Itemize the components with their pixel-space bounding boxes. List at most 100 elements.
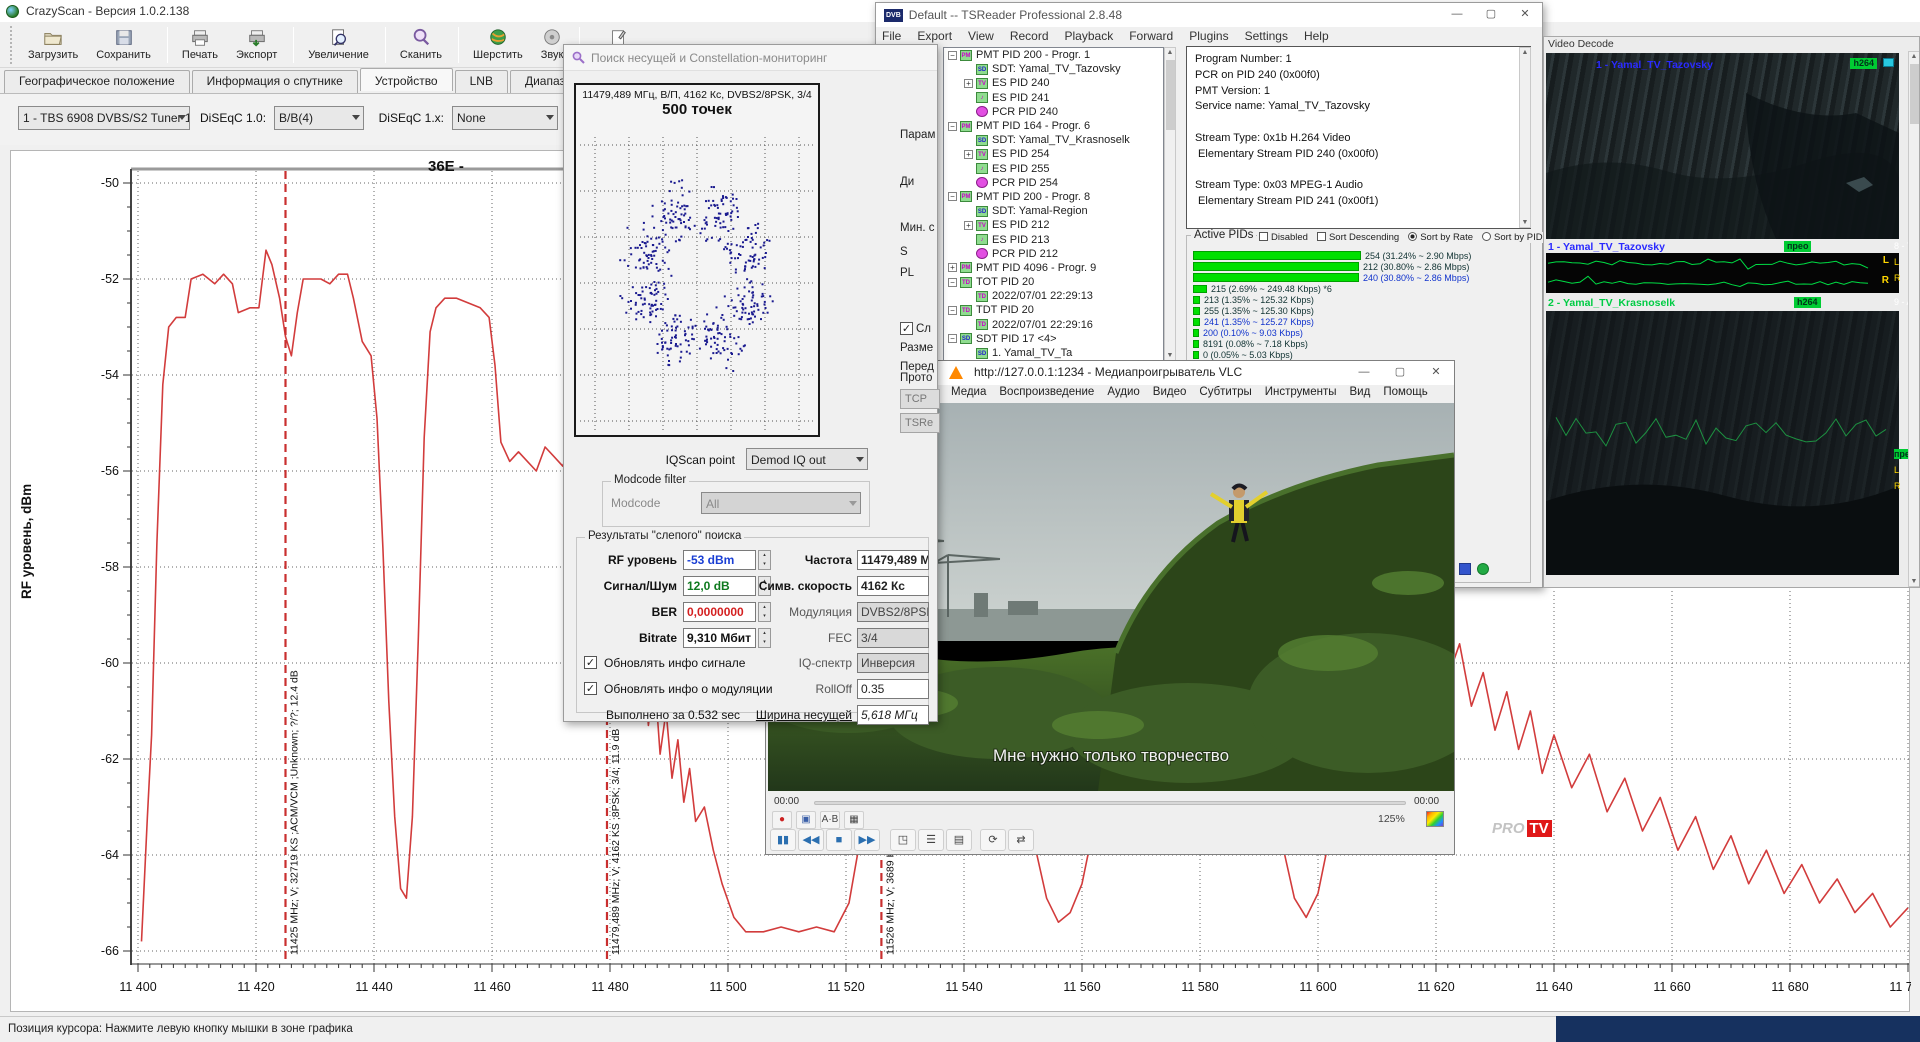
tree-item[interactable]: SDSDT: Yamal-Region [944,204,1163,218]
maximize-button[interactable]: ▢ [1474,3,1508,27]
symbol-rate-field[interactable]: 4162 Кс [857,576,929,596]
tree-scrollbar[interactable]: ▲▼ [1164,47,1176,361]
checkbox-disabled[interactable]: Disabled [1259,232,1308,243]
toolbar-button-export[interactable]: Экспорт [228,24,285,66]
toolbar-grip[interactable] [10,26,14,64]
random-button[interactable]: ⇄ [1008,829,1034,851]
vlc-menu-воспроизведение[interactable]: Воспроизведение [999,386,1094,398]
menu-settings[interactable]: Settings [1245,29,1288,47]
radio-sort-by-rate[interactable]: Sort by Rate [1408,232,1473,243]
tree-item[interactable]: −PMPMT PID 200 - Progr. 1 [944,48,1163,62]
extended-settings-button[interactable]: ☰ [918,829,944,851]
expand-icon[interactable]: + [964,79,973,88]
next-button[interactable]: ▶▶ [854,829,880,851]
rf-level-field[interactable]: -53 dBm [683,550,756,570]
tree-item[interactable]: +PMPMT PID 4096 - Progr. 9 [944,261,1163,275]
ab-loop-button[interactable]: A·B [820,811,840,829]
diseqc10-select[interactable]: B/B(4) [274,106,364,130]
toolbar-button-zoom[interactable]: Увеличение [300,24,377,66]
pause-button[interactable]: ▮▮ [770,829,796,851]
collapse-icon[interactable]: − [948,306,957,315]
tree-item[interactable]: SDSDT: Yamal_TV_Tazovsky [944,62,1163,76]
toolbar-button-load[interactable]: Загрузить [20,24,86,66]
pid-row[interactable]: 254 (31.24% ~ 2.90 Mbps) [1193,250,1528,261]
close-button[interactable]: ✕ [1508,3,1542,27]
vlc-menu-вид[interactable]: Вид [1350,386,1371,398]
menu-view[interactable]: View [968,29,994,47]
tree-item[interactable]: SDSDT: Yamal_TV_Krasnoselk [944,133,1163,147]
tree-item[interactable]: +TVES PID 212 [944,218,1163,232]
vlc-menu-субтитры[interactable]: Субтитры [1199,386,1251,398]
diseqc1x-select[interactable]: None [452,106,558,130]
tree-item[interactable]: SD1. Yamal_TV_Ta [944,346,1163,360]
record-button[interactable]: ● [772,811,792,829]
tree-item[interactable]: PCR PID 240 [944,105,1163,119]
stop-button[interactable]: ■ [826,829,852,851]
tree-item[interactable]: −TDTDT PID 20 [944,303,1163,317]
tree-item[interactable]: +TVES PID 240 [944,76,1163,90]
minimize-button[interactable]: — [1440,3,1474,27]
video-thumbnail-2[interactable] [1546,311,1899,575]
toolbar-button-print[interactable]: Печать [174,24,226,66]
vlc-menu-помощь[interactable]: Помощь [1383,386,1427,398]
carrier-width-field[interactable]: 5,618 МГц [857,705,929,725]
collapse-icon[interactable]: − [948,51,957,60]
pid-row[interactable]: 215 (2.69% ~ 249.48 Kbps) *6 [1193,283,1528,294]
iqscan-select[interactable]: Demod IQ out [746,448,868,470]
color-adjust-icon[interactable] [1426,811,1444,827]
side-button-TSRe[interactable]: TSRe [900,413,940,433]
vlc-menu-видео[interactable]: Видео [1153,386,1187,398]
info-scrollbar[interactable]: ▲▼ [1519,47,1531,228]
tab-LNB[interactable]: LNB [455,70,508,93]
snapshot-button[interactable]: ▣ [796,811,816,829]
bitrate-field[interactable]: 9,310 Мбит [683,628,756,648]
update-signal-checkbox[interactable]: ✓ [584,656,597,669]
expand-icon[interactable]: + [948,263,957,272]
menu-playback[interactable]: Playback [1065,29,1114,47]
tree-item[interactable]: TD2022/07/01 22:29:13 [944,289,1163,303]
snr-field[interactable]: 12,0 dB [683,576,756,596]
tree-item[interactable]: −TDTOT PID 20 [944,275,1163,289]
pid-row[interactable]: 8191 (0.08% ~ 7.18 Kbps) [1193,338,1528,349]
side-button-TCP[interactable]: TCP [900,389,940,409]
collapse-icon[interactable]: − [948,122,957,131]
toolbar-button-comb[interactable]: Шерстить [465,24,531,66]
loop-button[interactable]: ⟳ [980,829,1006,851]
pid-row[interactable]: 241 (1.35% ~ 125.27 Kbps) [1193,316,1528,327]
video-thumbnail-1[interactable]: 1 - Yamal_TV_Tazovsky h264 [1546,53,1899,239]
pid-row[interactable]: 0 (0.05% ~ 5.03 Kbps) [1193,349,1528,360]
tab-Устройство[interactable]: Устройство [360,68,453,91]
tree-item[interactable]: ♪ES PID 255 [944,162,1163,176]
tab-Информация о спутнике[interactable]: Информация о спутнике [192,70,358,93]
vlc-menu-инструменты[interactable]: Инструменты [1265,386,1337,398]
collapse-icon[interactable]: − [948,334,957,343]
video-decode-scrollbar[interactable]: ▲▼ [1908,51,1920,587]
pid-row[interactable]: 200 (0.10% ~ 9.03 Kbps) [1193,327,1528,338]
tree-item[interactable]: −PMPMT PID 200 - Progr. 8 [944,190,1163,204]
tuner-select[interactable]: 1 - TBS 6908 DVBS/S2 Tuner 1 [18,106,190,130]
tree-item[interactable]: PCR PID 212 [944,247,1163,261]
tree-item[interactable]: −PMPMT PID 164 - Progr. 6 [944,119,1163,133]
vlc-menu-медиа[interactable]: Медиа [951,386,986,398]
tree-item[interactable]: PCR PID 254 [944,176,1163,190]
menu-help[interactable]: Help [1304,29,1329,47]
menu-forward[interactable]: Forward [1129,29,1173,47]
vlc-menu-аудио[interactable]: Аудио [1107,386,1139,398]
pid-row[interactable]: 213 (1.35% ~ 125.32 Kbps) [1193,294,1528,305]
pid-row[interactable]: 240 (30.80% ~ 2.86 Mbps) [1193,272,1528,283]
rolloff-field[interactable]: 0.35 [857,679,929,699]
ber-field[interactable]: 0,0000000 [683,602,756,622]
menu-plugins[interactable]: Plugins [1189,29,1228,47]
previous-button[interactable]: ◀◀ [798,829,824,851]
menu-record[interactable]: Record [1010,29,1049,47]
fullscreen-button[interactable]: ◳ [890,829,916,851]
close-button[interactable]: ✕ [1418,361,1454,385]
side-checkbox[interactable]: ✓ [900,322,913,335]
toolbar-button-scan[interactable]: Сканить [392,24,450,66]
dialog-titlebar[interactable]: Поиск несущей и Constellation-мониторинг [564,45,937,71]
seek-bar[interactable] [814,801,1406,805]
pid-tree[interactable]: −PMPMT PID 200 - Progr. 1SDSDT: Yamal_TV… [943,47,1164,361]
minimize-button[interactable]: — [1346,361,1382,385]
expand-icon[interactable]: + [964,150,973,159]
tree-item[interactable]: +TVES PID 254 [944,147,1163,161]
